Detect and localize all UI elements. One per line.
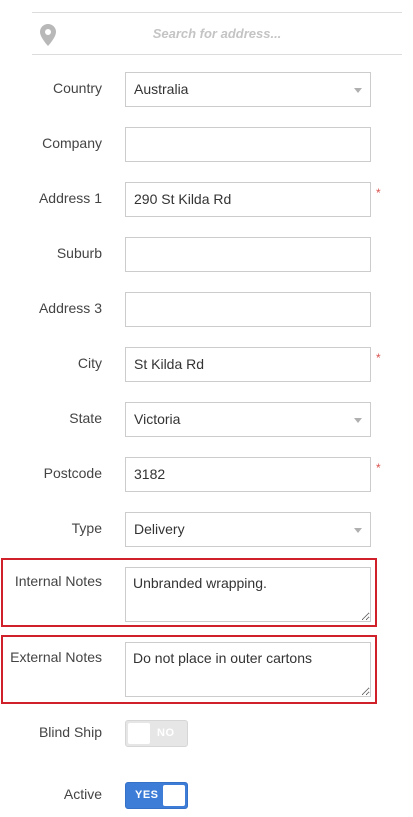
type-value: Delivery [134,521,185,537]
address3-input[interactable] [125,292,371,327]
suburb-label: Suburb [56,245,102,261]
address1-label: Address 1 [38,190,102,206]
address-search-bar[interactable]: Search for address... [32,12,402,55]
country-select[interactable]: Australia [125,72,371,107]
address1-input[interactable]: 290 St Kilda Rd [125,182,371,217]
active-label: Active [63,786,102,802]
internal-notes-textarea[interactable]: Unbranded wrapping. [125,567,371,622]
active-state: YES [135,789,159,801]
postcode-label: Postcode [43,465,102,481]
company-input[interactable] [125,127,371,162]
blind-ship-toggle[interactable]: NO [125,720,188,747]
type-select[interactable]: Delivery [125,512,371,547]
chevron-down-icon [354,418,362,423]
required-marker: * [376,461,381,475]
toggle-knob [163,785,185,806]
required-marker: * [376,351,381,365]
city-label: City [77,355,102,371]
company-label: Company [42,135,102,151]
state-label: State [69,410,102,426]
required-marker: * [376,186,381,200]
toggle-knob [128,723,150,744]
city-input[interactable]: St Kilda Rd [125,347,371,382]
country-label: Country [52,80,102,96]
blind-ship-state: NO [157,727,175,739]
chevron-down-icon [354,528,362,533]
suburb-input[interactable] [125,237,371,272]
postcode-input[interactable]: 3182 [125,457,371,492]
search-placeholder: Search for address... [152,26,282,41]
type-label: Type [71,520,102,536]
chevron-down-icon [354,88,362,93]
state-select[interactable]: Victoria [125,402,371,437]
state-value: Victoria [134,411,181,427]
external-notes-textarea[interactable]: Do not place in outer cartons [125,642,371,697]
internal-notes-label: Internal Notes [14,573,102,589]
address3-label: Address 3 [38,300,102,316]
country-value: Australia [134,81,189,97]
external-notes-label: External Notes [10,649,102,665]
active-toggle[interactable]: YES [125,782,188,809]
blind-ship-label: Blind Ship [38,724,102,740]
